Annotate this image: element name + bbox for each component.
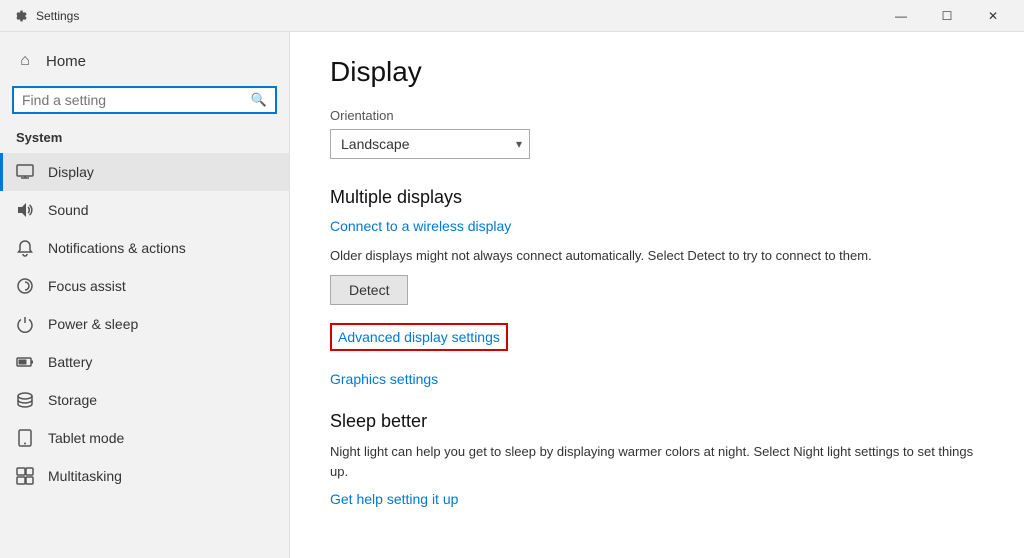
sidebar-item-tablet-label: Tablet mode bbox=[48, 430, 124, 446]
notifications-icon bbox=[16, 239, 34, 257]
sidebar-item-multitasking-label: Multitasking bbox=[48, 468, 122, 484]
multitasking-icon bbox=[16, 467, 34, 485]
page-title: Display bbox=[330, 56, 984, 88]
sidebar-item-battery-label: Battery bbox=[48, 354, 92, 370]
sleep-description: Night light can help you get to sleep by… bbox=[330, 442, 984, 481]
close-button[interactable]: ✕ bbox=[970, 0, 1016, 32]
storage-icon bbox=[16, 391, 34, 409]
display-icon bbox=[16, 163, 34, 181]
advanced-display-link[interactable]: Advanced display settings bbox=[338, 329, 500, 345]
sidebar-item-display[interactable]: Display bbox=[0, 153, 289, 191]
power-icon bbox=[16, 315, 34, 333]
get-help-link[interactable]: Get help setting it up bbox=[330, 491, 458, 507]
search-icon: 🔍 bbox=[251, 92, 267, 108]
sidebar-item-power[interactable]: Power & sleep bbox=[0, 305, 289, 343]
home-icon: ⌂ bbox=[16, 52, 34, 70]
sidebar: ⌂ Home 🔍 System Display Sound Notificati… bbox=[0, 32, 290, 558]
sidebar-item-storage[interactable]: Storage bbox=[0, 381, 289, 419]
sidebar-item-tablet[interactable]: Tablet mode bbox=[0, 419, 289, 457]
orientation-select[interactable]: Landscape Portrait Landscape (flipped) P… bbox=[330, 129, 530, 159]
sidebar-item-notifications[interactable]: Notifications & actions bbox=[0, 229, 289, 267]
sidebar-item-focus[interactable]: Focus assist bbox=[0, 267, 289, 305]
maximize-button[interactable]: ☐ bbox=[924, 0, 970, 32]
minimize-button[interactable]: — bbox=[878, 0, 924, 32]
title-bar-left: Settings bbox=[12, 8, 79, 24]
sidebar-item-home[interactable]: ⌂ Home bbox=[0, 44, 289, 78]
sidebar-item-sound-label: Sound bbox=[48, 202, 88, 218]
graphics-settings-link[interactable]: Graphics settings bbox=[330, 371, 984, 387]
sidebar-item-multitasking[interactable]: Multitasking bbox=[0, 457, 289, 495]
sidebar-item-notifications-label: Notifications & actions bbox=[48, 240, 186, 256]
settings-app-icon bbox=[12, 8, 28, 24]
advanced-display-link-box: Advanced display settings bbox=[330, 323, 508, 351]
sidebar-item-power-label: Power & sleep bbox=[48, 316, 138, 332]
home-label: Home bbox=[46, 53, 86, 70]
title-bar-controls: — ☐ ✕ bbox=[878, 0, 1016, 32]
search-box: 🔍 bbox=[12, 86, 277, 114]
connect-wireless-link[interactable]: Connect to a wireless display bbox=[330, 218, 984, 234]
sound-icon bbox=[16, 201, 34, 219]
sidebar-item-focus-label: Focus assist bbox=[48, 278, 126, 294]
displays-description: Older displays might not always connect … bbox=[330, 248, 950, 263]
sidebar-item-display-label: Display bbox=[48, 164, 94, 180]
content-area: Display Orientation Landscape Portrait L… bbox=[290, 32, 1024, 558]
orientation-label: Orientation bbox=[330, 108, 984, 123]
sidebar-item-sound[interactable]: Sound bbox=[0, 191, 289, 229]
battery-icon bbox=[16, 353, 34, 371]
sidebar-section-title: System bbox=[0, 126, 289, 153]
sidebar-item-storage-label: Storage bbox=[48, 392, 97, 408]
sidebar-item-battery[interactable]: Battery bbox=[0, 343, 289, 381]
orientation-select-wrapper: Landscape Portrait Landscape (flipped) P… bbox=[330, 129, 530, 159]
sleep-better-heading: Sleep better bbox=[330, 411, 984, 432]
tablet-icon bbox=[16, 429, 34, 447]
main-container: ⌂ Home 🔍 System Display Sound Notificati… bbox=[0, 32, 1024, 558]
multiple-displays-heading: Multiple displays bbox=[330, 187, 984, 208]
focus-icon bbox=[16, 277, 34, 295]
title-bar: Settings — ☐ ✕ bbox=[0, 0, 1024, 32]
detect-button[interactable]: Detect bbox=[330, 275, 408, 305]
search-input[interactable] bbox=[22, 92, 251, 108]
app-title: Settings bbox=[36, 9, 79, 23]
advanced-display-wrapper: Advanced display settings bbox=[330, 323, 984, 361]
